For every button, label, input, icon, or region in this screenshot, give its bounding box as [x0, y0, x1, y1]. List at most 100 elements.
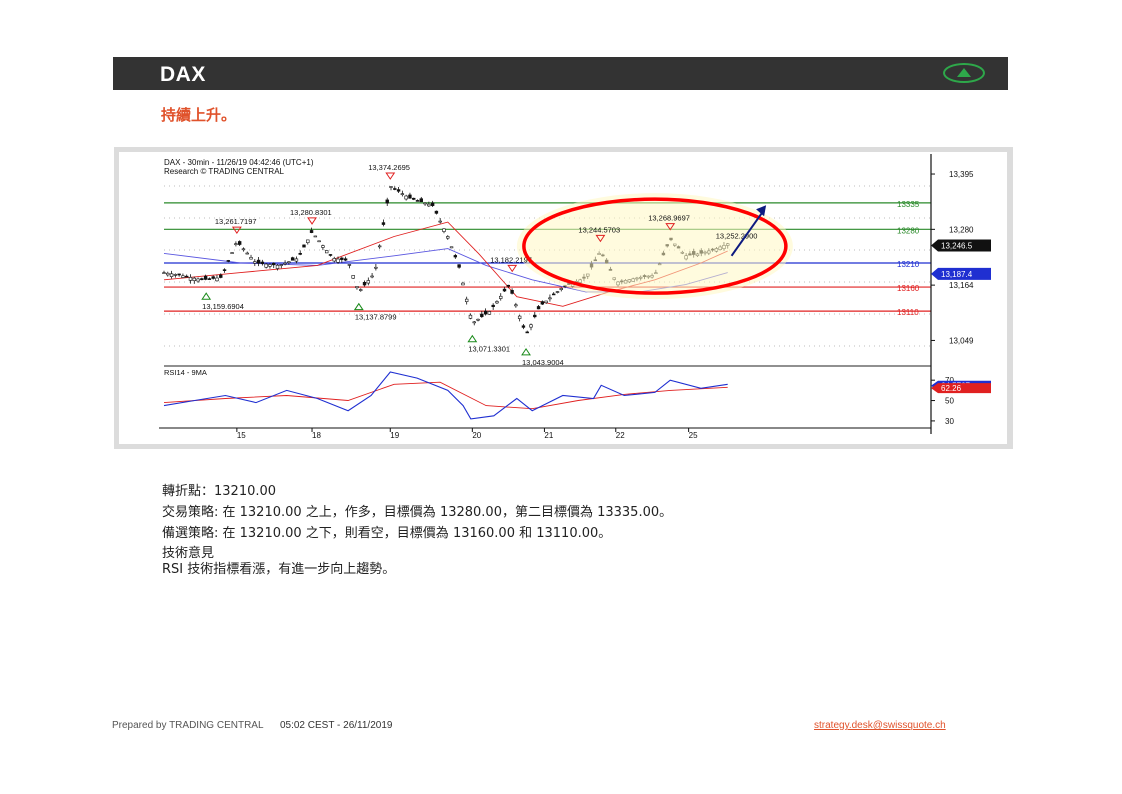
- page-header: DAX: [113, 57, 1008, 90]
- candle-body: [476, 318, 480, 321]
- candle-body: [256, 259, 261, 264]
- high-annotation: 13,280.8301: [290, 208, 332, 217]
- candle-body: [525, 331, 529, 334]
- candle-body: [347, 264, 352, 266]
- candle-body: [412, 197, 416, 200]
- candle-body: [196, 278, 200, 282]
- candle-body: [430, 202, 435, 206]
- candle-body: [370, 275, 374, 278]
- candle-body: [536, 306, 541, 310]
- candle-body: [340, 257, 344, 260]
- candle-body: [487, 311, 492, 315]
- candle-body: [442, 228, 446, 232]
- level-label-13210: 13210: [897, 260, 920, 269]
- candle-body: [283, 262, 287, 265]
- email-link[interactable]: strategy.desk@swissquote.ch: [814, 720, 946, 731]
- candle-body: [230, 252, 234, 254]
- candle-body: [275, 264, 280, 269]
- candle-body: [260, 261, 265, 264]
- target-annotation: 13,252.2900: [716, 232, 758, 241]
- candle-body: [514, 304, 518, 307]
- candle-body: [226, 260, 231, 262]
- rsi-value-label: 62.26: [941, 384, 962, 393]
- x-tick-label: 20: [472, 431, 481, 440]
- candle-body: [324, 250, 329, 254]
- candle-body: [336, 258, 340, 263]
- page-title: DAX: [160, 63, 206, 86]
- candle-body: [446, 236, 450, 239]
- candle-body: [377, 245, 382, 248]
- candle-body: [234, 243, 238, 245]
- candle-body: [362, 282, 367, 286]
- technical-comment: RSI 技術指標看漲，有進一步向上趨勢。: [162, 562, 396, 577]
- candle-body: [272, 262, 276, 266]
- candle-body: [249, 257, 253, 260]
- alternative-strategy: 備選策略: 在 13210.00 之下，則看空，目標價為 13160.00 和 …: [162, 526, 612, 541]
- y-tick-label: 13,049: [949, 336, 974, 345]
- high-annotation: 13,244.5703: [578, 225, 620, 234]
- x-tick-label: 21: [544, 431, 553, 440]
- candle-body: [389, 186, 393, 188]
- candle-body: [464, 298, 469, 302]
- candle-body: [328, 254, 333, 256]
- candle-body: [290, 257, 295, 261]
- candle-body: [491, 304, 495, 307]
- x-tick-label: 18: [312, 431, 321, 440]
- candle-body: [169, 273, 174, 277]
- candle-body: [385, 199, 389, 204]
- candle-body: [237, 241, 242, 245]
- candle-body: [393, 188, 397, 190]
- candle-body: [366, 280, 371, 284]
- candle-body: [287, 261, 291, 264]
- candle-body: [192, 277, 196, 281]
- candle-body: [351, 275, 355, 279]
- candle-body: [434, 210, 439, 214]
- x-tick-label: 19: [390, 431, 399, 440]
- candle-body: [306, 239, 310, 244]
- trend-subtitle: 持續上升。: [161, 106, 237, 124]
- level-label-13160: 13160: [897, 284, 920, 293]
- candle-body: [219, 274, 223, 278]
- price-tag-label: 13,246.5: [941, 241, 973, 250]
- prepared-by-label: Prepared by TRADING CENTRAL: [112, 720, 264, 731]
- candle-body: [207, 278, 212, 280]
- candle-body: [211, 276, 215, 279]
- candle-body: [559, 288, 563, 290]
- candle-body: [268, 264, 272, 267]
- candle-body: [343, 258, 348, 261]
- candle-body: [438, 220, 442, 223]
- candle-body: [181, 275, 185, 278]
- high-annotation: 13,261.7197: [215, 217, 257, 226]
- prepared-by: Prepared by TRADING CENTRAL 05:02 CEST -…: [112, 720, 392, 731]
- rsi-label: RSI14 - 9MA: [164, 368, 207, 377]
- candle-body: [548, 297, 552, 300]
- chart-title: DAX - 30min - 11/26/19 04:42:46 (UTC+1): [164, 158, 314, 167]
- candle-body: [317, 240, 321, 243]
- candle-body: [544, 300, 548, 304]
- contact-email[interactable]: strategy.desk@swissquote.ch: [814, 720, 946, 731]
- y-tick-label: 13,395: [949, 170, 974, 179]
- candle-body: [499, 295, 503, 299]
- candle-body: [517, 315, 522, 319]
- candle-body: [461, 282, 465, 286]
- price-chart: RSI14 - 9MA 13,395 13,280 13,164 13,049 13,2…: [119, 152, 1007, 444]
- candle-body: [359, 289, 363, 291]
- candle-body: [415, 200, 420, 202]
- low-annotation: 13,043.9004: [522, 358, 564, 367]
- candle-body: [419, 198, 423, 203]
- candle-body: [533, 314, 537, 318]
- candle-body: [453, 255, 458, 258]
- candle-body: [374, 266, 378, 269]
- level-label-13335: 13335: [897, 200, 920, 209]
- candle-body: [472, 321, 476, 324]
- candle-body: [203, 275, 208, 280]
- candle-body: [177, 273, 181, 276]
- candle-body: [302, 244, 306, 248]
- candle-body: [215, 277, 219, 282]
- candle-body: [188, 277, 193, 281]
- candle-body: [480, 313, 484, 317]
- rsi-tick-label: 50: [945, 397, 954, 406]
- candle-body: [529, 324, 533, 328]
- candle-body: [253, 261, 257, 264]
- candle-body: [355, 286, 359, 289]
